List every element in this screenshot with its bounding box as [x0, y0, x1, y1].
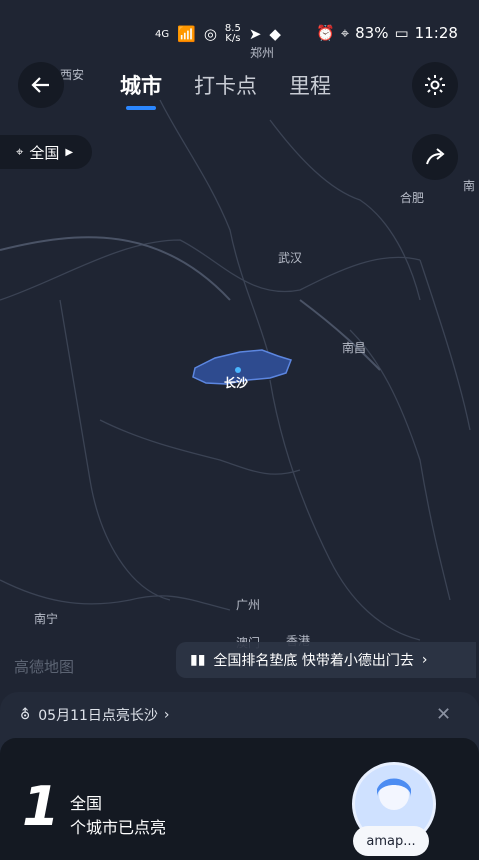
- region-filter[interactable]: ⌖ 全国 ▶: [0, 135, 92, 169]
- battery-label: 83%: [355, 24, 389, 42]
- share-arrow-icon: [426, 148, 445, 165]
- share-button[interactable]: [412, 134, 458, 180]
- alarm-icon: ⏰: [316, 24, 335, 42]
- rank-banner[interactable]: ▮▮ 全国排名垫底 快带着小德出门去 ›: [176, 642, 476, 678]
- city-dot: [235, 367, 241, 373]
- caret-right-icon: ▶: [65, 146, 74, 158]
- status-bar: 4G 📶 ◎ 8.5 K/s ➤ ◆ ⏰ ⌖ 83% ▭ 11:28: [0, 22, 479, 48]
- region-filter-label: 全国: [29, 143, 60, 162]
- tab-bar: 城市 打卡点 里程: [120, 70, 331, 110]
- back-button[interactable]: [18, 62, 64, 108]
- chevron-right-icon: ›: [421, 652, 428, 668]
- tab-checkins[interactable]: 打卡点: [194, 70, 257, 100]
- map-provider-logo: 高德地图: [14, 658, 75, 676]
- speed-unit: K/s: [225, 33, 241, 44]
- city-label: 南昌: [342, 341, 367, 355]
- back-arrow-icon: [31, 77, 49, 93]
- signal-icon: 📶: [177, 25, 196, 43]
- lit-city-count: 1: [22, 775, 60, 838]
- tab-cities[interactable]: 城市: [120, 70, 162, 110]
- network-indicator: 4G: [155, 28, 170, 40]
- speed-indicator: 8.5 K/s: [225, 24, 241, 44]
- light-up-notice-text: 05月11日点亮长沙: [38, 708, 158, 724]
- tab-mileage[interactable]: 里程: [289, 70, 331, 100]
- time-label: 11:28: [414, 24, 458, 42]
- city-label: 南: [463, 179, 476, 193]
- bar-chart-icon: ▮▮: [190, 652, 206, 668]
- stat-description: 个城市已点亮: [70, 818, 167, 837]
- rank-banner-text: 全国排名垫底 快带着小德出门去: [213, 653, 414, 669]
- city-label: 广州: [236, 598, 261, 612]
- location-icon: ⌖: [340, 24, 350, 42]
- lamp-icon: ⛢: [20, 707, 31, 723]
- chevron-right-icon: ›: [163, 707, 170, 723]
- battery-icon: ▭: [394, 24, 409, 42]
- city-label: 武汉: [278, 251, 303, 265]
- wifi-icon: ◎: [203, 25, 217, 43]
- gear-icon: [425, 75, 445, 95]
- city-label: 南宁: [34, 612, 59, 626]
- user-name-pill[interactable]: amap...: [353, 826, 429, 856]
- send-icon: ➤: [248, 25, 262, 43]
- app-icon: ◆: [269, 25, 281, 43]
- location-pin-icon: ⌖: [16, 144, 24, 160]
- stat-scope: 全国: [70, 794, 103, 813]
- settings-button[interactable]: [412, 62, 458, 108]
- city-label-highlight: 长沙: [224, 376, 249, 390]
- light-up-notice[interactable]: ⛢ 05月11日点亮长沙 › ✕: [0, 692, 479, 738]
- close-icon[interactable]: ✕: [436, 704, 451, 725]
- city-label: 合肥: [400, 191, 425, 205]
